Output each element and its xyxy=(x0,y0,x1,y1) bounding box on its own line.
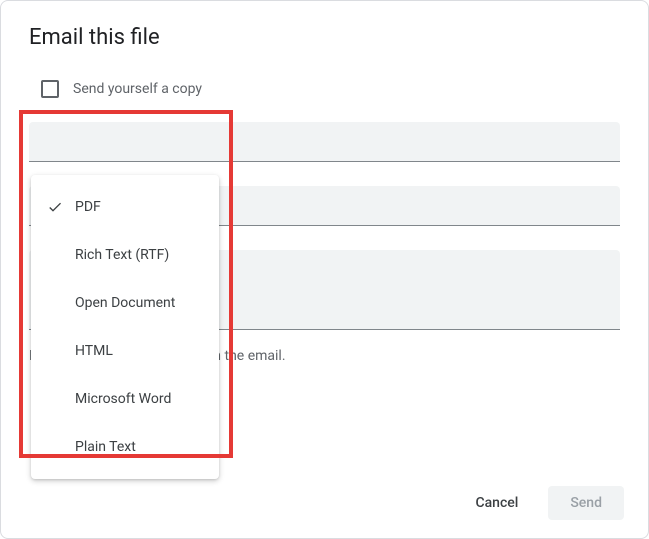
recipient-field[interactable] xyxy=(29,122,620,162)
email-file-dialog: Email this file Send yourself a copy Don… xyxy=(0,0,649,539)
send-button[interactable]: Send xyxy=(548,486,624,520)
cancel-button[interactable]: Cancel xyxy=(453,486,540,520)
check-icon xyxy=(47,199,75,215)
format-option-label: PDF xyxy=(75,199,101,215)
send-copy-label: Send yourself a copy xyxy=(73,81,202,97)
send-copy-row: Send yourself a copy xyxy=(29,80,620,98)
format-option-label: Open Document xyxy=(75,295,175,311)
format-option-label: Rich Text (RTF) xyxy=(75,247,169,263)
format-option-txt[interactable]: Plain Text xyxy=(31,423,219,471)
format-option-label: HTML xyxy=(75,343,113,359)
dialog-content: Send yourself a copy Don't attach. Inclu… xyxy=(1,50,648,422)
format-option-label: Microsoft Word xyxy=(75,391,171,407)
format-option-html[interactable]: HTML xyxy=(31,327,219,375)
format-option-odt[interactable]: Open Document xyxy=(31,279,219,327)
dialog-title: Email this file xyxy=(1,1,648,50)
format-option-rtf[interactable]: Rich Text (RTF) xyxy=(31,231,219,279)
format-dropdown-menu: PDF Rich Text (RTF) Open Document HTML M… xyxy=(31,175,219,479)
send-copy-checkbox[interactable] xyxy=(41,80,59,98)
format-option-docx[interactable]: Microsoft Word xyxy=(31,375,219,423)
format-option-label: Plain Text xyxy=(75,439,136,455)
format-option-pdf[interactable]: PDF xyxy=(31,183,219,231)
dialog-actions: Cancel Send xyxy=(453,486,624,520)
